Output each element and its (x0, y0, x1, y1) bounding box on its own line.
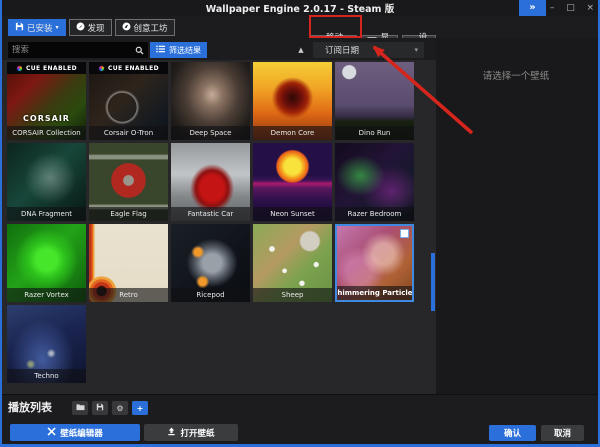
upload-icon (167, 427, 176, 439)
wallpaper-tile[interactable]: Eagle Flag (89, 143, 168, 221)
wallpaper-engine-window: Wallpaper Engine 2.0.17 - Steam 版 » – □ … (0, 0, 600, 447)
wallpaper-title: Razer Vortex (7, 288, 86, 302)
compass-icon (76, 22, 85, 34)
icue-logo-icon (16, 65, 23, 72)
plus-icon: + (137, 404, 144, 413)
wallpaper-tile[interactable]: Ricepod (171, 224, 250, 302)
tab-workshop[interactable]: 创意工坊 (115, 19, 175, 36)
wallpaper-tile[interactable]: Razer Bedroom (335, 143, 414, 221)
tab-discover-label: 发现 (88, 22, 105, 34)
tab-workshop-label: 创意工坊 (134, 22, 168, 34)
playlist-title: 播放列表 (8, 399, 52, 415)
wallpaper-tile[interactable]: Retro (89, 224, 168, 302)
wallpaper-tile[interactable]: Neon Sunset (253, 143, 332, 221)
window-controls: – □ × (546, 0, 598, 16)
tab-installed[interactable]: 已安装 ▾ (8, 19, 66, 36)
save-icon (15, 22, 24, 34)
wallpaper-title: Dino Run (335, 126, 414, 140)
playlist-add-button[interactable]: + (132, 401, 148, 415)
tab-discover[interactable]: 发现 (69, 19, 112, 36)
search-icon (135, 46, 144, 55)
sort-by-value: 订阅日期 (319, 44, 414, 56)
wallpaper-title: Fantastic Car (171, 207, 250, 221)
window-title: Wallpaper Engine 2.0.17 - Steam 版 (0, 1, 600, 15)
workshop-icon (122, 22, 131, 34)
filter-results-button[interactable]: 筛选结果 (150, 42, 207, 58)
select-wallpaper-hint: 请选择一个壁纸 (436, 68, 596, 82)
wallpaper-tile[interactable]: Fantastic Car (171, 143, 250, 221)
playlist-settings-button[interactable]: ⚙ (112, 401, 128, 415)
sort-by-dropdown[interactable]: 订阅日期 ▾ (313, 42, 424, 58)
wallpaper-tile[interactable]: CUE ENABLED Corsair O-Tron (89, 62, 168, 140)
tile-checkbox[interactable] (400, 229, 409, 238)
cue-enabled-label: CUE ENABLED (26, 65, 77, 72)
wallpaper-title: Demon Core (253, 126, 332, 140)
save-icon (96, 403, 104, 413)
sort-direction-button[interactable]: ▲ (293, 42, 309, 58)
scrollbar-thumb[interactable] (431, 253, 435, 311)
titlebar: Wallpaper Engine 2.0.17 - Steam 版 » – □ … (0, 0, 600, 16)
wallpaper-title: Ricepod (171, 288, 250, 302)
wallpaper-title: Razer Bedroom (335, 207, 414, 221)
wallpaper-title: Techno (7, 369, 86, 383)
wallpaper-title: Shimmering Particles (337, 286, 412, 300)
wallpaper-tile[interactable]: CUE ENABLED CORSAIR CORSAIR Collection (7, 62, 86, 140)
cue-enabled-badge: CUE ENABLED (89, 62, 168, 74)
wallpaper-tile[interactable]: Deep Space (171, 62, 250, 140)
open-wallpaper-label: 打开壁纸 (180, 427, 214, 439)
wallpaper-grid-region: CUE ENABLEDCORSAIRCORSAIR CollectionCUE … (0, 60, 436, 394)
filter-list-icon (156, 45, 165, 55)
confirm-button[interactable]: 确认 (489, 425, 536, 441)
dropdown-caret-icon: ▾ (414, 46, 418, 54)
tab-installed-label: 已安装 (27, 22, 53, 34)
filter-results-label: 筛选结果 (169, 45, 201, 56)
wallpaper-title: Neon Sunset (253, 207, 332, 221)
toolbar: 筛选结果 ▲ 订阅日期 ▾ (0, 38, 436, 60)
wallpaper-grid: CUE ENABLEDCORSAIRCORSAIR CollectionCUE … (7, 62, 419, 383)
gears-icon: ⚙ (116, 404, 123, 413)
wallpaper-title: CORSAIR Collection (7, 126, 86, 140)
tab-bar: 已安装 ▾ 发现 创意工坊 移动设备 显示 ⚙ 设置 (0, 16, 436, 38)
wallpaper-editor-label: 壁纸编辑器 (60, 427, 103, 439)
close-button[interactable]: × (586, 0, 594, 16)
wallpaper-tile[interactable]: Techno (7, 305, 86, 383)
cue-enabled-badge: CUE ENABLED (7, 62, 86, 74)
tile-overlay-text: CORSAIR (7, 114, 86, 123)
wallpaper-tile[interactable]: Dino Run (335, 62, 414, 140)
wallpaper-title: DNA Fragment (7, 207, 86, 221)
playlist-open-folder-button[interactable] (72, 401, 88, 415)
cue-enabled-label: CUE ENABLED (108, 65, 159, 72)
wallpaper-tile[interactable]: DNA Fragment (7, 143, 86, 221)
search-input[interactable] (8, 45, 135, 55)
wallpaper-tile[interactable]: Razer Vortex (7, 224, 86, 302)
tools-icon (47, 427, 56, 439)
wallpaper-tile[interactable]: Sheep (253, 224, 332, 302)
maximize-button[interactable]: □ (566, 0, 575, 16)
wallpaper-title: Retro (89, 288, 168, 302)
preview-panel: 请选择一个壁纸 (436, 38, 600, 394)
playlist-save-button[interactable] (92, 401, 108, 415)
open-wallpaper-button[interactable]: 打开壁纸 (144, 424, 238, 441)
search-box (8, 42, 148, 58)
more-chevrons-button[interactable]: » (519, 0, 546, 16)
cancel-button[interactable]: 取消 (541, 425, 584, 441)
wallpaper-tile[interactable]: Demon Core (253, 62, 332, 140)
wallpaper-title: Sheep (253, 288, 332, 302)
wallpaper-editor-button[interactable]: 壁纸编辑器 (10, 424, 140, 441)
minimize-button[interactable]: – (550, 0, 555, 16)
bottom-bar: 播放列表 ⚙ + 壁纸编辑器 打开壁纸 确认 取消 (0, 394, 600, 444)
wallpaper-title: Deep Space (171, 126, 250, 140)
chevron-down-icon: ▾ (56, 24, 59, 31)
folder-icon (76, 403, 85, 413)
wallpaper-title: Eagle Flag (89, 207, 168, 221)
wallpaper-title: Corsair O-Tron (89, 126, 168, 140)
icue-logo-icon (98, 65, 105, 72)
wallpaper-tile[interactable]: Shimmering Particles (335, 224, 414, 302)
